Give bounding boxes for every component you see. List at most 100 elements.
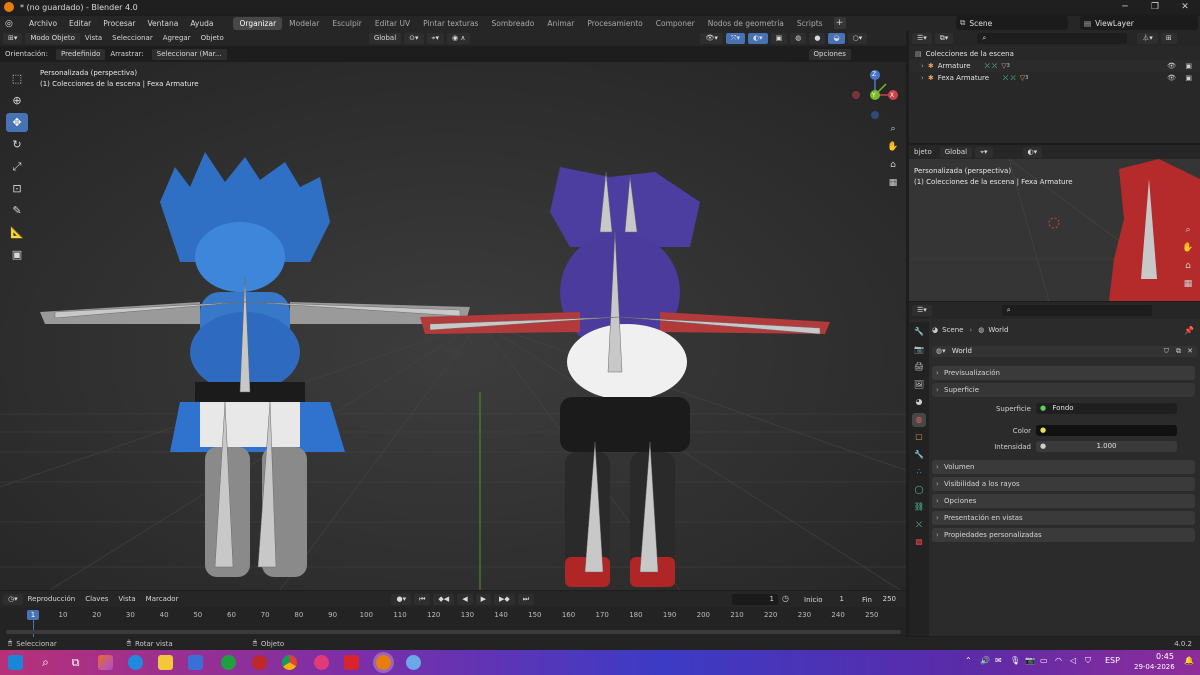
end-frame-field[interactable]: 250 bbox=[874, 594, 900, 605]
orientation-dropdown[interactable]: Predefinido bbox=[55, 48, 106, 60]
menu-ventana[interactable]: Ventana bbox=[142, 16, 185, 31]
eye-icon[interactable]: 👁 bbox=[1167, 74, 1176, 82]
output-tab-icon[interactable]: 🖨 bbox=[912, 360, 926, 374]
panel-propiedades-personalizadas[interactable]: Propiedades personalizadas bbox=[932, 528, 1195, 542]
snap-icon[interactable]: ⌖▾ bbox=[426, 33, 445, 44]
cursor-icon[interactable]: ⊕ bbox=[6, 91, 28, 110]
rotate-icon[interactable]: ↻ bbox=[6, 135, 28, 154]
transform-orientation-dropdown[interactable]: Global bbox=[368, 33, 402, 44]
keys-menu[interactable]: Claves bbox=[80, 592, 113, 607]
clock-icon[interactable]: ◷ bbox=[782, 594, 789, 603]
tab-animar[interactable]: Animar bbox=[541, 17, 580, 30]
panel-superficie[interactable]: Superficie bbox=[932, 383, 1195, 397]
panel-presentacion-vistas[interactable]: Presentación en vistas bbox=[932, 511, 1195, 525]
proportional-edit-icon[interactable]: ◉ ∧ bbox=[447, 33, 471, 44]
texture-tab-icon[interactable]: ▩ bbox=[912, 535, 926, 549]
tray-camera-icon[interactable]: 📷 bbox=[1025, 656, 1035, 665]
menu-procesar[interactable]: Procesar bbox=[97, 16, 141, 31]
panel-volumen[interactable]: Volumen bbox=[932, 460, 1195, 474]
visibility-icon[interactable]: 👁▾ bbox=[700, 33, 723, 44]
tray-mic-icon[interactable]: 🎙 bbox=[1010, 656, 1020, 665]
tray-chevron-icon[interactable]: ⌃ bbox=[965, 656, 972, 665]
expand-icon[interactable]: › bbox=[921, 62, 924, 70]
outliner-item-fexa-armature[interactable]: › ✱ Fexa Armature ⛌ ⛌ ▽ 3 👁 ▣ bbox=[909, 72, 1200, 84]
tab-modelar[interactable]: Modelar bbox=[283, 17, 325, 30]
camera-render-icon[interactable]: ▣ bbox=[1185, 74, 1192, 82]
tab-sombreado[interactable]: Sombreado bbox=[485, 17, 540, 30]
maximize-button[interactable]: ❐ bbox=[1140, 0, 1170, 14]
tray-chat-icon[interactable]: ✉ bbox=[995, 656, 1002, 665]
shading-solid-icon[interactable]: ● bbox=[809, 33, 826, 44]
modifiers-tab-icon[interactable]: 🔧 bbox=[912, 448, 926, 462]
secondary-camera-icon[interactable]: ⌂ bbox=[1181, 259, 1195, 273]
shading-rendered-icon[interactable]: ○▾ bbox=[847, 33, 868, 44]
intensity-field[interactable]: ● 1.000 bbox=[1036, 441, 1177, 452]
secondary-zoom-icon[interactable]: ⌕ bbox=[1181, 223, 1195, 237]
language-indicator[interactable]: ESP bbox=[1105, 656, 1120, 665]
menu-archivo[interactable]: Archivo bbox=[23, 16, 63, 31]
camera-render-icon[interactable]: ▣ bbox=[1185, 62, 1192, 70]
app-pink-icon[interactable] bbox=[314, 655, 329, 670]
timeline-view-menu[interactable]: Vista bbox=[113, 592, 140, 607]
measure-icon[interactable]: 📐 bbox=[6, 223, 28, 242]
tray-shield-icon[interactable]: ⛉ bbox=[1085, 656, 1091, 666]
copilot-icon[interactable] bbox=[98, 655, 113, 670]
world-tab-icon[interactable]: ◍ bbox=[912, 412, 926, 427]
tray-wifi-icon[interactable]: ◠ bbox=[1055, 656, 1062, 665]
menu-ayuda[interactable]: Ayuda bbox=[184, 16, 219, 31]
menu-seleccionar[interactable]: Seleccionar bbox=[107, 31, 158, 46]
search-icon[interactable]: ⌕ bbox=[38, 655, 53, 670]
scene-tab-icon[interactable]: ◕ bbox=[912, 395, 926, 409]
physics-tab-icon[interactable]: ◯ bbox=[912, 483, 926, 497]
constraints-tab-icon[interactable]: ⛓ bbox=[912, 500, 926, 514]
tray-audio-icon[interactable]: 🔊 bbox=[980, 656, 990, 665]
panel-visibilidad-rayos[interactable]: Visibilidad a los rayos bbox=[932, 477, 1195, 491]
view-layer-tab-icon[interactable]: 🖼 bbox=[912, 378, 926, 392]
render-tab-icon[interactable]: 📷 bbox=[912, 343, 926, 357]
tab-organizar[interactable]: Organizar bbox=[233, 17, 283, 30]
eye-icon[interactable]: 👁 bbox=[1167, 62, 1176, 70]
overlays-toggle-icon[interactable]: ◐▾ bbox=[748, 33, 768, 44]
jump-end-icon[interactable]: ⏭ bbox=[517, 593, 535, 605]
outliner-display-mode-icon[interactable]: ⧉▾ bbox=[934, 33, 954, 44]
menu-editar[interactable]: Editar bbox=[63, 16, 97, 31]
menu-objeto[interactable]: Objeto bbox=[196, 31, 229, 46]
clock-date[interactable]: 29-04-2026 bbox=[1134, 663, 1175, 671]
camera-icon[interactable]: ⌂ bbox=[886, 158, 900, 172]
tool-tab-icon[interactable]: 🔧 bbox=[912, 325, 926, 339]
blender-taskbar-icon[interactable] bbox=[376, 655, 391, 670]
annotate-icon[interactable]: ✎ bbox=[6, 201, 28, 220]
panel-opciones[interactable]: Opciones bbox=[932, 494, 1195, 508]
playback-menu[interactable]: Reproducción bbox=[23, 592, 81, 607]
add-workspace-button[interactable]: + bbox=[833, 17, 846, 29]
world-datablock-selector[interactable]: ◍▾ World ⛉ ⧉ ✕ bbox=[932, 346, 1197, 357]
drag-dropdown[interactable]: Seleccionar (Mar... bbox=[151, 48, 227, 60]
tab-nodos-geometria[interactable]: Nodos de geometría bbox=[702, 17, 790, 30]
secondary-overlays-icon[interactable]: ◐▾ bbox=[1022, 146, 1043, 158]
play-reverse-icon[interactable]: ◀ bbox=[457, 593, 473, 605]
menu-agregar[interactable]: Agregar bbox=[158, 31, 196, 46]
tab-editar-uv[interactable]: Editar UV bbox=[369, 17, 416, 30]
pan-hand-icon[interactable]: ✋ bbox=[886, 140, 900, 154]
select-box-icon[interactable]: ⬚ bbox=[6, 69, 28, 88]
particles-tab-icon[interactable]: ∴ bbox=[912, 465, 926, 479]
perspective-grid-icon[interactable]: ▦ bbox=[886, 176, 900, 190]
tray-volume-icon[interactable]: ◁ bbox=[1070, 656, 1076, 665]
pivot-icon[interactable]: ⊙▾ bbox=[404, 33, 424, 44]
start-icon[interactable] bbox=[8, 655, 23, 670]
new-collection-icon[interactable]: ⊞ bbox=[1160, 33, 1177, 44]
current-frame-field[interactable]: 1 bbox=[732, 594, 778, 605]
scene-selector[interactable]: ⧉ Scene bbox=[956, 16, 1068, 30]
task-view-icon[interactable]: ⧉ bbox=[68, 655, 83, 670]
outliner-editor-type-button[interactable]: ☰▾ bbox=[912, 33, 932, 44]
scale-icon[interactable]: ⤢ bbox=[6, 157, 28, 176]
tab-pintar-texturas[interactable]: Pintar texturas bbox=[417, 17, 484, 30]
secondary-object-menu[interactable]: bjeto bbox=[909, 145, 937, 160]
xbox-icon[interactable] bbox=[221, 655, 236, 670]
pin-icon[interactable]: 📌 bbox=[1184, 326, 1194, 335]
panel-previsualizacion[interactable]: Previsualización bbox=[932, 366, 1195, 380]
shading-material-icon[interactable]: ◒ bbox=[828, 33, 845, 44]
outliner-scene-collection[interactable]: ▤ Colecciones de la escena bbox=[909, 48, 1200, 60]
xray-icon[interactable]: ▣ bbox=[770, 33, 788, 44]
properties-search-input[interactable]: ⌕ bbox=[1001, 305, 1152, 316]
